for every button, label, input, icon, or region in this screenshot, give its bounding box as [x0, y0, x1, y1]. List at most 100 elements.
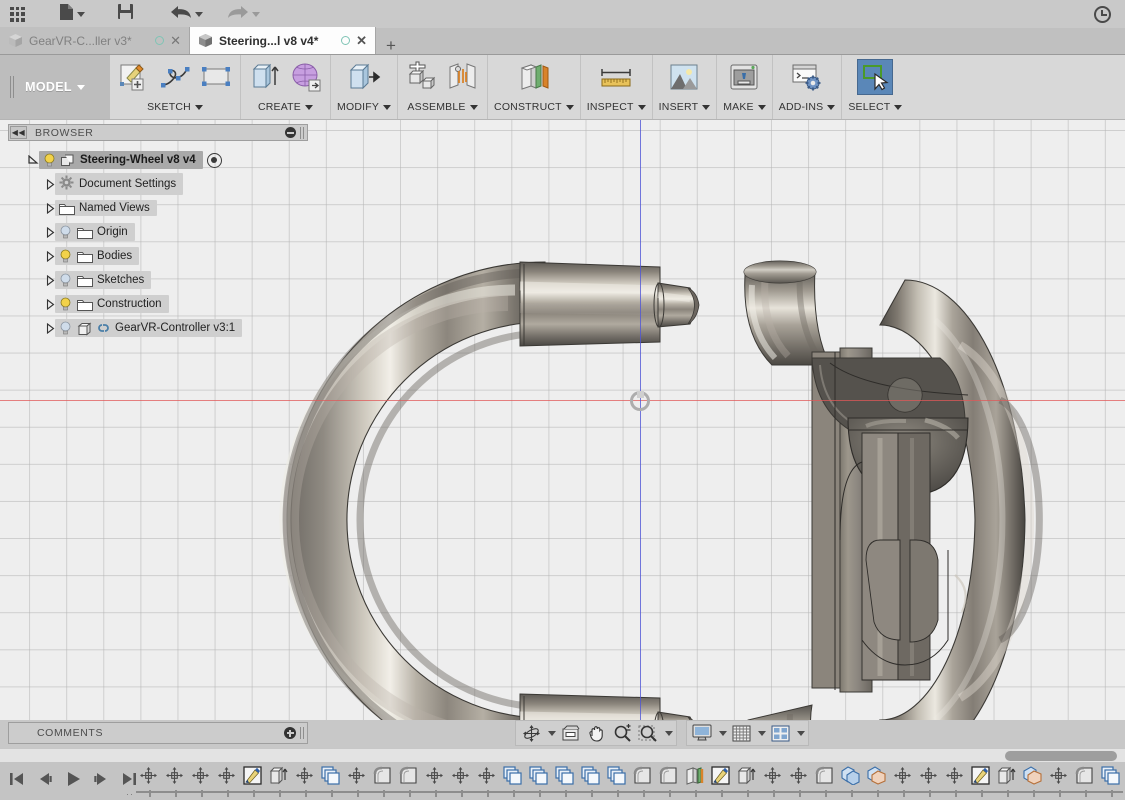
timeline-feature[interactable] [1098, 765, 1124, 797]
look-at-button[interactable] [558, 722, 582, 744]
undo-button[interactable] [164, 0, 209, 28]
timeline-feature[interactable] [500, 765, 526, 797]
ribbon-group-label-assemble[interactable]: ASSEMBLE [407, 101, 478, 113]
chevron-down-icon[interactable] [719, 730, 727, 736]
tree-item-gearvr-controller[interactable]: GearVR-Controller v3:1 [8, 316, 308, 340]
timeline-step-back[interactable] [32, 766, 58, 792]
pan-button[interactable] [584, 722, 608, 744]
timeline-feature[interactable] [968, 765, 994, 797]
spline-button[interactable] [157, 59, 193, 95]
scripts-addins-button[interactable] [789, 59, 825, 95]
timeline-go-to-beginning[interactable] [4, 766, 30, 792]
timeline-feature[interactable] [708, 765, 734, 797]
tree-item-named-views[interactable]: Named Views [8, 196, 308, 220]
clock-icon[interactable] [1094, 6, 1111, 23]
timeline-feature[interactable] [1046, 765, 1072, 797]
collapse-left-icon[interactable]: ◀◀ [10, 126, 27, 139]
ribbon-group-label-addins[interactable]: ADD-INS [779, 101, 836, 113]
ribbon-group-label-construct[interactable]: CONSTRUCT [494, 101, 574, 113]
orbit-button[interactable] [519, 722, 543, 744]
ribbon-group-label-make[interactable]: MAKE [723, 101, 766, 113]
offset-plane-button[interactable] [516, 59, 552, 95]
scrollbar-thumb[interactable] [1005, 751, 1117, 761]
display-settings-button[interactable] [690, 722, 714, 744]
tree-item-content[interactable]: Sketches [55, 271, 152, 289]
visibility-bulb-icon[interactable] [43, 153, 56, 167]
timeline-feature[interactable] [214, 765, 240, 797]
timeline-feature[interactable] [916, 765, 942, 797]
panel-resize-grip[interactable] [300, 126, 304, 139]
timeline-feature[interactable] [318, 765, 344, 797]
timeline-feature[interactable] [136, 765, 162, 797]
timeline-feature[interactable] [734, 765, 760, 797]
fit-button[interactable] [636, 722, 660, 744]
tree-item-content[interactable]: Bodies [55, 247, 140, 265]
tree-item-content[interactable]: Named Views [55, 200, 157, 216]
timeline-feature[interactable] [1072, 765, 1098, 797]
tree-item-document-settings[interactable]: Document Settings [8, 172, 308, 196]
timeline-feature[interactable] [786, 765, 812, 797]
redo-button[interactable] [221, 0, 266, 28]
timeline-feature[interactable] [370, 765, 396, 797]
add-comment-icon[interactable] [284, 727, 296, 739]
triangle-closed-icon[interactable] [46, 178, 55, 191]
new-document-button[interactable] [53, 0, 91, 28]
zoom-button[interactable] [610, 722, 634, 744]
timeline-feature[interactable] [292, 765, 318, 797]
ribbon-group-label-sketch[interactable]: SKETCH [147, 101, 203, 113]
triangle-closed-icon[interactable] [46, 250, 55, 263]
extrude-button[interactable] [247, 59, 283, 95]
timeline-track[interactable]: ·· [126, 765, 1124, 799]
timeline-feature[interactable] [344, 765, 370, 797]
ribbon-group-label-insert[interactable]: INSERT [659, 101, 711, 113]
timeline-feature[interactable] [812, 765, 838, 797]
panel-resize-grip[interactable] [300, 727, 304, 739]
timeline-step-forward[interactable] [88, 766, 114, 792]
origin-point-marker[interactable] [630, 391, 650, 411]
chevron-down-icon[interactable] [548, 730, 556, 736]
timeline-feature[interactable] [162, 765, 188, 797]
create-sketch-button[interactable] [116, 59, 152, 95]
timeline-feature[interactable] [630, 765, 656, 797]
timeline-feature[interactable] [552, 765, 578, 797]
triangle-closed-icon[interactable] [46, 226, 55, 239]
timeline-feature[interactable] [578, 765, 604, 797]
visibility-bulb-icon[interactable] [59, 273, 72, 287]
press-pull-button[interactable] [346, 59, 382, 95]
horizontal-scrollbar[interactable] [0, 748, 1125, 762]
workspace-switcher[interactable]: MODEL [0, 55, 110, 119]
save-button[interactable] [111, 0, 140, 28]
ribbon-group-label-select[interactable]: SELECT [848, 101, 903, 113]
visibility-bulb-icon[interactable] [59, 249, 72, 263]
timeline-feature[interactable] [422, 765, 448, 797]
chevron-down-icon[interactable] [665, 730, 673, 736]
triangle-closed-icon[interactable] [46, 298, 55, 311]
ribbon-group-label-inspect[interactable]: INSPECT [587, 101, 646, 113]
new-component-button[interactable] [404, 59, 440, 95]
timeline-feature[interactable] [188, 765, 214, 797]
timeline-feature[interactable] [474, 765, 500, 797]
tree-item-origin[interactable]: Origin [8, 220, 308, 244]
new-tab-button[interactable]: + [376, 37, 406, 54]
timeline-feature[interactable] [604, 765, 630, 797]
close-icon[interactable]: ✕ [356, 34, 367, 47]
comments-panel-header[interactable]: COMMENTS [8, 722, 308, 744]
app-grid-button[interactable] [0, 0, 31, 28]
measure-button[interactable] [598, 59, 634, 95]
select-tool-button[interactable] [857, 59, 894, 95]
grid-snaps-button[interactable] [729, 722, 753, 744]
close-icon[interactable]: ✕ [170, 34, 181, 47]
timeline-feature[interactable] [526, 765, 552, 797]
tree-item-content[interactable]: Document Settings [55, 173, 184, 195]
triangle-closed-icon[interactable] [46, 322, 55, 335]
tree-item-content[interactable]: Origin [55, 223, 135, 241]
chevron-down-icon[interactable] [758, 730, 766, 736]
create-form-button[interactable] [288, 59, 324, 95]
timeline-feature[interactable] [890, 765, 916, 797]
ribbon-group-label-modify[interactable]: MODIFY [337, 101, 392, 113]
timeline-feature[interactable] [864, 765, 890, 797]
visibility-bulb-icon[interactable] [59, 321, 72, 335]
timeline-play[interactable] [60, 766, 86, 792]
minimize-icon[interactable] [285, 127, 296, 138]
tree-item-steering-wheel[interactable]: Steering-Wheel v8 v4 [8, 148, 308, 172]
